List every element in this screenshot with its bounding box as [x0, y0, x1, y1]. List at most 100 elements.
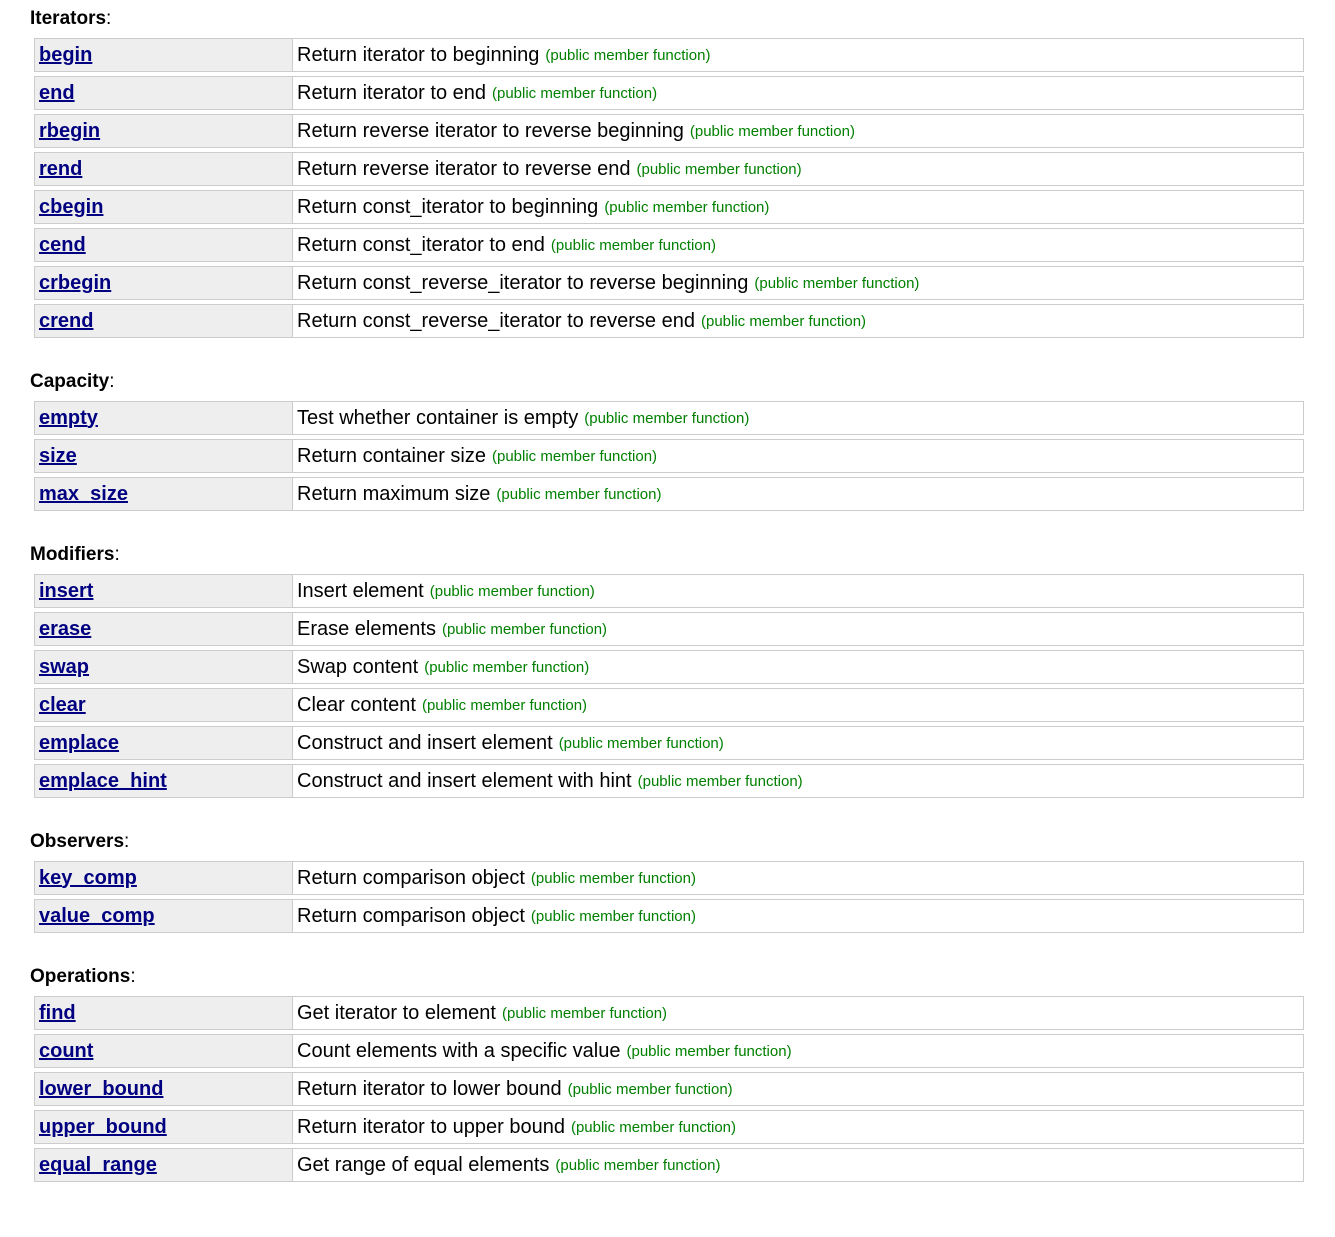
member-desc-cell: Get iterator to element (public member fu…	[292, 996, 1304, 1030]
member-name-cell: empty	[34, 401, 292, 435]
member-kind: (public member function)	[689, 122, 855, 140]
member-description: Test whether container is empty	[297, 406, 579, 429]
table-row: clear Clear content (public member functi…	[34, 688, 1304, 722]
member-kind: (public member function)	[604, 198, 770, 216]
member-link-equal-range[interactable]: equal_range	[39, 1154, 157, 1177]
member-link-erase[interactable]: erase	[39, 618, 91, 641]
member-section-operations: Operations: find Get iterator to element…	[30, 965, 1335, 1182]
member-description: Return iterator to upper bound	[297, 1115, 565, 1138]
section-heading: Operations:	[30, 965, 1335, 989]
member-description: Swap content	[297, 655, 419, 678]
member-link-value-comp[interactable]: value_comp	[39, 905, 155, 928]
member-link-size[interactable]: size	[39, 445, 77, 468]
member-kind: (public member function)	[424, 658, 590, 676]
member-link-clear[interactable]: clear	[39, 694, 86, 717]
section-colon: :	[124, 831, 130, 852]
member-name-cell: rend	[34, 152, 292, 186]
member-link-rbegin[interactable]: rbegin	[39, 120, 100, 143]
member-description: Return maximum size	[297, 482, 491, 505]
table-row: size Return container size (public member…	[34, 439, 1304, 473]
section-title: Capacity	[30, 371, 110, 392]
member-description: Return container size	[297, 444, 486, 467]
member-desc-cell: Return const_iterator to beginning (publi…	[292, 190, 1304, 224]
member-link-upper-bound[interactable]: upper_bound	[39, 1116, 167, 1139]
member-link-key-comp[interactable]: key_comp	[39, 867, 137, 890]
member-link-swap[interactable]: swap	[39, 656, 89, 679]
member-section-modifiers: Modifiers: insert Insert element (public …	[30, 543, 1335, 798]
member-desc-cell: Return iterator to beginning (public memb…	[292, 38, 1304, 72]
member-desc-cell: Return container size (public member func…	[292, 439, 1304, 473]
member-link-empty[interactable]: empty	[39, 407, 98, 430]
member-name-cell: find	[34, 996, 292, 1030]
member-desc-cell: Swap content (public member function)	[292, 650, 1304, 684]
table-row: count Count elements with a specific val…	[34, 1034, 1304, 1068]
member-link-max-size[interactable]: max_size	[39, 483, 128, 506]
member-link-crend[interactable]: crend	[39, 310, 93, 333]
member-kind: (public member function)	[570, 1118, 737, 1136]
table-row: equal_range Get range of equal elements (…	[34, 1148, 1304, 1182]
member-kind: (public member function)	[530, 869, 696, 887]
table-row: emplace Construct and insert element (pub…	[34, 726, 1304, 760]
table-row: max_size Return maximum size (public memb…	[34, 477, 1304, 511]
member-desc-cell: Construct and insert element (public memb…	[292, 726, 1304, 760]
member-section-capacity: Capacity: empty Test whether container i…	[30, 370, 1335, 511]
member-kind: (public member function)	[492, 84, 658, 102]
member-name-cell: clear	[34, 688, 292, 722]
section-colon: :	[130, 966, 136, 987]
member-description: Return iterator to beginning	[297, 43, 540, 66]
member-description: Return reverse iterator to reverse end	[297, 157, 631, 180]
section-title: Modifiers	[30, 544, 115, 565]
member-description: Return comparison object	[297, 904, 525, 927]
member-desc-cell: Return comparison object (public member f…	[292, 861, 1304, 895]
member-link-begin[interactable]: begin	[39, 44, 92, 67]
member-link-rend[interactable]: rend	[39, 158, 82, 181]
member-name-cell: emplace	[34, 726, 292, 760]
member-desc-cell: Return iterator to lower bound (public me…	[292, 1072, 1304, 1106]
member-link-insert[interactable]: insert	[39, 580, 93, 603]
member-description: Return const_iterator to beginning	[297, 195, 599, 218]
member-link-cbegin[interactable]: cbegin	[39, 196, 103, 219]
section-title: Operations	[30, 966, 131, 987]
member-desc-cell: Return maximum size (public member functi…	[292, 477, 1304, 511]
member-table: empty Test whether container is empty (pu…	[34, 401, 1304, 511]
table-row: rend Return reverse iterator to reverse …	[34, 152, 1304, 186]
member-link-crbegin[interactable]: crbegin	[39, 272, 111, 295]
member-desc-cell: Return reverse iterator to reverse end (p…	[292, 152, 1304, 186]
section-colon: :	[106, 8, 112, 29]
member-link-cend[interactable]: cend	[39, 234, 86, 257]
member-name-cell: upper_bound	[34, 1110, 292, 1144]
table-row: crend Return const_reverse_iterator to r…	[34, 304, 1304, 338]
member-kind: (public member function)	[700, 312, 867, 330]
table-row: end Return iterator to end (public member…	[34, 76, 1304, 110]
section-colon: :	[114, 544, 120, 565]
member-desc-cell: Erase elements (public member function)	[292, 612, 1304, 646]
member-description: Return iterator to lower bound	[297, 1077, 562, 1100]
member-description: Return comparison object	[297, 866, 525, 889]
member-name-cell: crbegin	[34, 266, 292, 300]
table-row: empty Test whether container is empty (pu…	[34, 401, 1304, 435]
member-link-count[interactable]: count	[39, 1040, 93, 1063]
member-link-emplace-hint[interactable]: emplace_hint	[39, 770, 167, 793]
member-description: Insert element	[297, 579, 424, 602]
member-link-lower-bound[interactable]: lower_bound	[39, 1078, 163, 1101]
section-heading: Iterators:	[30, 7, 1335, 31]
table-row: lower_bound Return iterator to lower bou…	[34, 1072, 1304, 1106]
member-name-cell: size	[34, 439, 292, 473]
member-kind: (public member function)	[754, 274, 920, 292]
member-link-end[interactable]: end	[39, 82, 75, 105]
member-kind: (public member function)	[491, 447, 658, 465]
member-description: Return const_iterator to end	[297, 233, 545, 256]
member-name-cell: emplace_hint	[34, 764, 292, 798]
member-name-cell: end	[34, 76, 292, 110]
member-link-emplace[interactable]: emplace	[39, 732, 119, 755]
member-name-cell: max_size	[34, 477, 292, 511]
member-link-find[interactable]: find	[39, 1002, 76, 1025]
table-row: value_comp Return comparison object (publ…	[34, 899, 1304, 933]
table-row: find Get iterator to element (public memb…	[34, 996, 1304, 1030]
member-table: begin Return iterator to beginning (publi…	[34, 38, 1304, 338]
member-name-cell: key_comp	[34, 861, 292, 895]
member-kind: (public member function)	[441, 620, 608, 638]
member-name-cell: erase	[34, 612, 292, 646]
member-description: Return reverse iterator to reverse begin…	[297, 119, 684, 142]
member-kind: (public member function)	[530, 907, 696, 925]
